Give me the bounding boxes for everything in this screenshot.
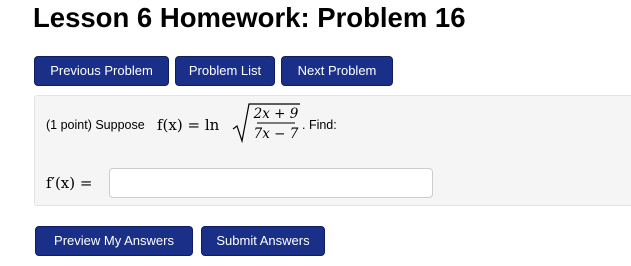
fraction-denominator: 7x − 7 [254,126,299,142]
square-root-fraction: 2x + 9 7x − 7 [232,103,300,144]
preview-answers-button[interactable]: Preview My Answers [35,226,193,256]
problem-list-button[interactable]: Problem List [175,56,275,86]
problem-panel: (1 point) Suppose f(x) = ln 2x + 9 7x − … [34,95,631,206]
fraction-numerator: 2x + 9 [253,106,299,122]
function-definition: f(x) = ln [157,116,220,134]
next-problem-button[interactable]: Next Problem [281,56,393,86]
answer-label: f′(x) = [46,174,93,192]
previous-problem-button[interactable]: Previous Problem [34,56,169,86]
problem-prompt-text: (1 point) Suppose [46,118,145,132]
page-title: Lesson 6 Homework: Problem 16 [33,2,466,33]
answer-input[interactable] [109,168,433,198]
find-text: . Find: [302,118,337,132]
submit-answers-button[interactable]: Submit Answers [201,226,325,256]
